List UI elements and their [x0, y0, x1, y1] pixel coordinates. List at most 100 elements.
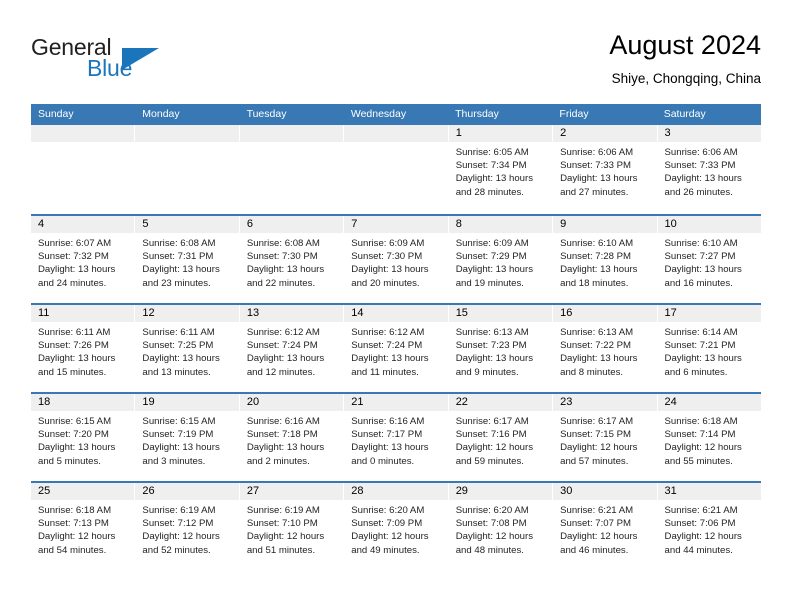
day-cell-4[interactable]: 4 Sunrise: 6:07 AM Sunset: 7:32 PM Daylight… [31, 216, 136, 303]
day-cell-27[interactable]: 27 Sunrise: 6:19 AM Sunset: 7:10 PM Dayligh… [239, 483, 345, 570]
day-cell-25[interactable]: 25 Sunrise: 6:18 AM Sunset: 7:13 PM Dayligh… [31, 483, 136, 570]
daylight-text: Daylight: 13 hours and 20 minutes. [351, 264, 429, 289]
weekday-header-wednesday: Wednesday [350, 108, 407, 120]
daylight-text: Daylight: 13 hours and 2 minutes. [246, 442, 325, 467]
sunset-text: Sunset: 7:23 PM [455, 340, 527, 352]
day-cell-30[interactable]: 30 Sunrise: 6:21 AM Sunset: 7:07 PM Dayligh… [553, 483, 658, 570]
day-cell-18[interactable]: 18 Sunrise: 6:15 AM Sunset: 7:20 PM Dayligh… [31, 394, 136, 481]
day-cell-13[interactable]: 13 Sunrise: 6:12 AM Sunset: 7:24 PM Dayligh… [239, 305, 345, 392]
calendar-page: General Blue August 2024 Shiye, Chongqin… [0, 0, 792, 612]
sunrise-text: Sunrise: 6:08 AM [246, 238, 320, 249]
daylight-text: Daylight: 13 hours and 3 minutes. [142, 442, 220, 467]
brand-logo[interactable]: General Blue [31, 34, 231, 90]
day-number: 25 [31, 483, 135, 500]
day-details: Sunrise: 6:11 AM Sunset: 7:25 PM Daylight:… [135, 322, 238, 379]
sunrise-text: Sunrise: 6:16 AM [351, 416, 425, 427]
sunset-text: Sunset: 7:22 PM [560, 340, 632, 352]
day-number: 19 [135, 394, 239, 411]
day-cell-31[interactable]: 31 Sunrise: 6:21 AM Sunset: 7:06 PM Dayligh… [657, 483, 761, 570]
day-number: 5 [135, 216, 239, 233]
sunrise-text: Sunrise: 6:09 AM [455, 238, 529, 249]
day-cell-6[interactable]: 6 Sunrise: 6:08 AM Sunset: 7:30 PM Daylight… [239, 216, 345, 303]
day-details: Sunrise: 6:11 AM Sunset: 7:26 PM Daylight:… [31, 322, 134, 379]
day-number: 1 [448, 125, 553, 142]
sunset-text: Sunset: 7:24 PM [351, 340, 423, 352]
sunset-text: Sunset: 7:15 PM [560, 429, 632, 441]
day-cell-9[interactable]: 9 Sunrise: 6:10 AM Sunset: 7:28 PM Daylight… [553, 216, 658, 303]
sunset-text: Sunset: 7:30 PM [351, 251, 423, 263]
daylight-text: Daylight: 12 hours and 49 minutes. [351, 531, 429, 556]
day-cell-20[interactable]: 20 Sunrise: 6:16 AM Sunset: 7:18 PM Dayligh… [239, 394, 345, 481]
day-cell-8[interactable]: 8 Sunrise: 6:09 AM Sunset: 7:29 PM Daylight… [448, 216, 554, 303]
day-cell-15[interactable]: 15 Sunrise: 6:13 AM Sunset: 7:23 PM Dayligh… [448, 305, 554, 392]
day-number: 21 [344, 394, 448, 411]
sunrise-text: Sunrise: 6:13 AM [455, 327, 529, 338]
sunrise-text: Sunrise: 6:21 AM [664, 505, 738, 516]
day-cell-19[interactable]: 19 Sunrise: 6:15 AM Sunset: 7:19 PM Dayligh… [135, 394, 240, 481]
day-cell-empty [135, 125, 240, 214]
day-cell-28[interactable]: 28 Sunrise: 6:20 AM Sunset: 7:09 PM Dayligh… [344, 483, 449, 570]
day-number: 7 [344, 216, 448, 233]
day-cell-26[interactable]: 26 Sunrise: 6:19 AM Sunset: 7:12 PM Dayligh… [135, 483, 240, 570]
daylight-text: Daylight: 13 hours and 26 minutes. [664, 173, 742, 198]
day-cell-7[interactable]: 7 Sunrise: 6:09 AM Sunset: 7:30 PM Daylight… [344, 216, 449, 303]
sunset-text: Sunset: 7:30 PM [246, 251, 318, 263]
day-details: Sunrise: 6:20 AM Sunset: 7:09 PM Daylight:… [344, 500, 447, 557]
daylight-text: Daylight: 13 hours and 27 minutes. [560, 173, 638, 198]
day-cell-12[interactable]: 12 Sunrise: 6:11 AM Sunset: 7:25 PM Dayligh… [135, 305, 240, 392]
day-cell-24[interactable]: 24 Sunrise: 6:18 AM Sunset: 7:14 PM Dayligh… [657, 394, 761, 481]
sunset-text: Sunset: 7:29 PM [455, 251, 527, 263]
day-cell-29[interactable]: 29 Sunrise: 6:20 AM Sunset: 7:08 PM Dayligh… [448, 483, 554, 570]
daylight-text: Daylight: 13 hours and 12 minutes. [246, 353, 325, 378]
daylight-text: Daylight: 13 hours and 11 minutes. [351, 353, 429, 378]
sunrise-text: Sunrise: 6:17 AM [560, 416, 634, 427]
sunrise-text: Sunrise: 6:19 AM [246, 505, 320, 516]
day-cell-11[interactable]: 11 Sunrise: 6:11 AM Sunset: 7:26 PM Dayligh… [31, 305, 136, 392]
day-number: 26 [135, 483, 239, 500]
daylight-text: Daylight: 13 hours and 18 minutes. [560, 264, 638, 289]
day-cell-2[interactable]: 2 Sunrise: 6:06 AM Sunset: 7:33 PM Daylight… [553, 125, 658, 214]
day-cell-1[interactable]: 1 Sunrise: 6:05 AM Sunset: 7:34 PM Daylight… [448, 125, 554, 214]
day-number: 8 [448, 216, 553, 233]
day-cell-23[interactable]: 23 Sunrise: 6:17 AM Sunset: 7:15 PM Dayligh… [553, 394, 658, 481]
daylight-text: Daylight: 12 hours and 52 minutes. [142, 531, 220, 556]
day-cell-22[interactable]: 22 Sunrise: 6:17 AM Sunset: 7:16 PM Dayligh… [448, 394, 554, 481]
day-cell-17[interactable]: 17 Sunrise: 6:14 AM Sunset: 7:21 PM Dayligh… [657, 305, 761, 392]
day-number: 15 [448, 305, 553, 322]
day-details: Sunrise: 6:09 AM Sunset: 7:29 PM Daylight:… [449, 233, 552, 290]
sunrise-text: Sunrise: 6:17 AM [455, 416, 529, 427]
daylight-text: Daylight: 12 hours and 44 minutes. [664, 531, 742, 556]
day-number: 27 [239, 483, 344, 500]
day-cell-5[interactable]: 5 Sunrise: 6:08 AM Sunset: 7:31 PM Daylight… [135, 216, 240, 303]
sunrise-text: Sunrise: 6:05 AM [455, 147, 529, 158]
sunrise-text: Sunrise: 6:18 AM [38, 505, 112, 516]
day-number: 20 [239, 394, 344, 411]
sunset-text: Sunset: 7:34 PM [455, 160, 527, 172]
daylight-text: Daylight: 12 hours and 51 minutes. [246, 531, 325, 556]
day-details: Sunrise: 6:19 AM Sunset: 7:10 PM Daylight:… [240, 500, 343, 557]
weekday-header-saturday: Saturday [663, 108, 706, 120]
day-number [135, 125, 239, 142]
daylight-text: Daylight: 12 hours and 55 minutes. [664, 442, 742, 467]
day-cell-14[interactable]: 14 Sunrise: 6:12 AM Sunset: 7:24 PM Dayligh… [344, 305, 449, 392]
sunset-text: Sunset: 7:10 PM [246, 518, 318, 530]
sunrise-text: Sunrise: 6:18 AM [664, 416, 738, 427]
day-cell-3[interactable]: 3 Sunrise: 6:06 AM Sunset: 7:33 PM Daylight… [657, 125, 761, 214]
day-cell-21[interactable]: 21 Sunrise: 6:16 AM Sunset: 7:17 PM Dayligh… [344, 394, 449, 481]
daylight-text: Daylight: 13 hours and 28 minutes. [455, 173, 534, 198]
day-details: Sunrise: 6:06 AM Sunset: 7:33 PM Daylight:… [658, 142, 761, 199]
page-header: General Blue August 2024 Shiye, Chongqin… [31, 28, 761, 100]
day-cell-10[interactable]: 10 Sunrise: 6:10 AM Sunset: 7:27 PM Dayligh… [657, 216, 761, 303]
sunrise-text: Sunrise: 6:12 AM [351, 327, 425, 338]
daylight-text: Daylight: 13 hours and 19 minutes. [455, 264, 534, 289]
sunset-text: Sunset: 7:16 PM [455, 429, 527, 441]
weekday-header-friday: Friday [559, 108, 589, 120]
day-details: Sunrise: 6:17 AM Sunset: 7:16 PM Daylight:… [449, 411, 552, 468]
day-number: 6 [239, 216, 344, 233]
sunset-text: Sunset: 7:14 PM [664, 429, 736, 441]
sunrise-text: Sunrise: 6:10 AM [560, 238, 634, 249]
sunset-text: Sunset: 7:20 PM [38, 429, 109, 441]
day-cell-16[interactable]: 16 Sunrise: 6:13 AM Sunset: 7:22 PM Dayligh… [553, 305, 658, 392]
daylight-text: Daylight: 13 hours and 5 minutes. [38, 442, 116, 467]
calendar-grid: Sunday Monday Tuesday Wednesday Thursday Frid… [31, 104, 761, 570]
